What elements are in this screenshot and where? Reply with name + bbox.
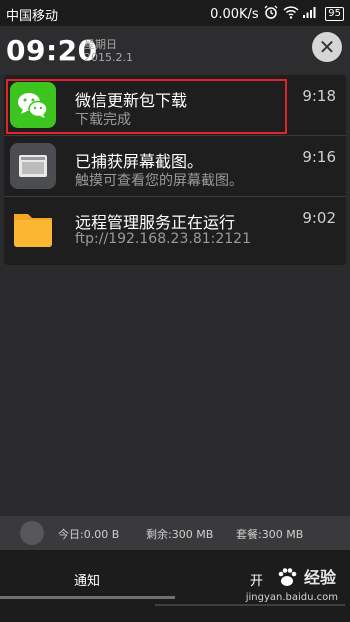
baidu-paw-icon: [276, 566, 298, 592]
highlight-box: [6, 79, 287, 134]
weekday-label: 星期日: [84, 38, 117, 51]
close-button[interactable]: ✕: [312, 32, 342, 62]
notification-title: 已捕获屏幕截图。: [75, 152, 204, 171]
traffic-remaining: 剩余:300 MB: [146, 528, 214, 541]
notification-title: 远程管理服务正在运行: [75, 213, 236, 232]
traffic-icon: [20, 521, 44, 545]
empty-area: [0, 268, 350, 516]
signal-icon: [303, 6, 317, 22]
notification-header: 09:20 星期日 2015.2.1 ✕: [0, 26, 350, 74]
alarm-icon: [263, 5, 279, 23]
tab-switches[interactable]: 开: [250, 570, 263, 589]
traffic-today: 今日:0.00 B: [58, 528, 120, 541]
notification-item-screenshot[interactable]: 已捕获屏幕截图。 触摸可查看您的屏幕截图。 9:16: [4, 136, 346, 197]
notification-subtitle: ftp://192.168.23.81:2121: [75, 231, 251, 247]
notification-item-remote[interactable]: 远程管理服务正在运行 ftp://192.168.23.81:2121 9:02: [4, 197, 346, 257]
screenshot-icon: [10, 143, 56, 189]
network-speed: 0.00K/s: [210, 6, 259, 22]
close-icon: ✕: [318, 35, 336, 59]
status-bar: 中国移动 0.00K/s 95: [0, 0, 350, 26]
date-label: 2015.2.1: [84, 51, 133, 64]
status-bar-right: 0.00K/s 95: [210, 5, 344, 23]
notification-subtitle: 触摸可查看您的屏幕截图。: [75, 173, 243, 189]
watermark-url: jingyan.baidu.com: [245, 592, 338, 603]
tab-notifications[interactable]: 通知: [74, 570, 100, 589]
carrier-label: 中国移动: [6, 9, 59, 24]
notification-time: 9:18: [302, 87, 336, 105]
tab-indicator: [0, 596, 175, 599]
folder-icon: [10, 204, 56, 250]
divider-line: [155, 604, 345, 606]
traffic-bar[interactable]: 今日:0.00 B 剩余:300 MB 套餐:300 MB: [0, 516, 350, 550]
wifi-icon: [283, 5, 299, 23]
battery-icon: 95: [325, 7, 344, 21]
baidu-watermark: 经验: [276, 564, 336, 592]
tab-bar: 通知 开 经验 jingyan.baidu.com: [0, 550, 350, 622]
notification-time: 9:02: [302, 209, 336, 227]
traffic-plan: 套餐:300 MB: [236, 528, 304, 541]
watermark-text: 经验: [303, 568, 336, 587]
notification-time: 9:16: [302, 148, 336, 166]
